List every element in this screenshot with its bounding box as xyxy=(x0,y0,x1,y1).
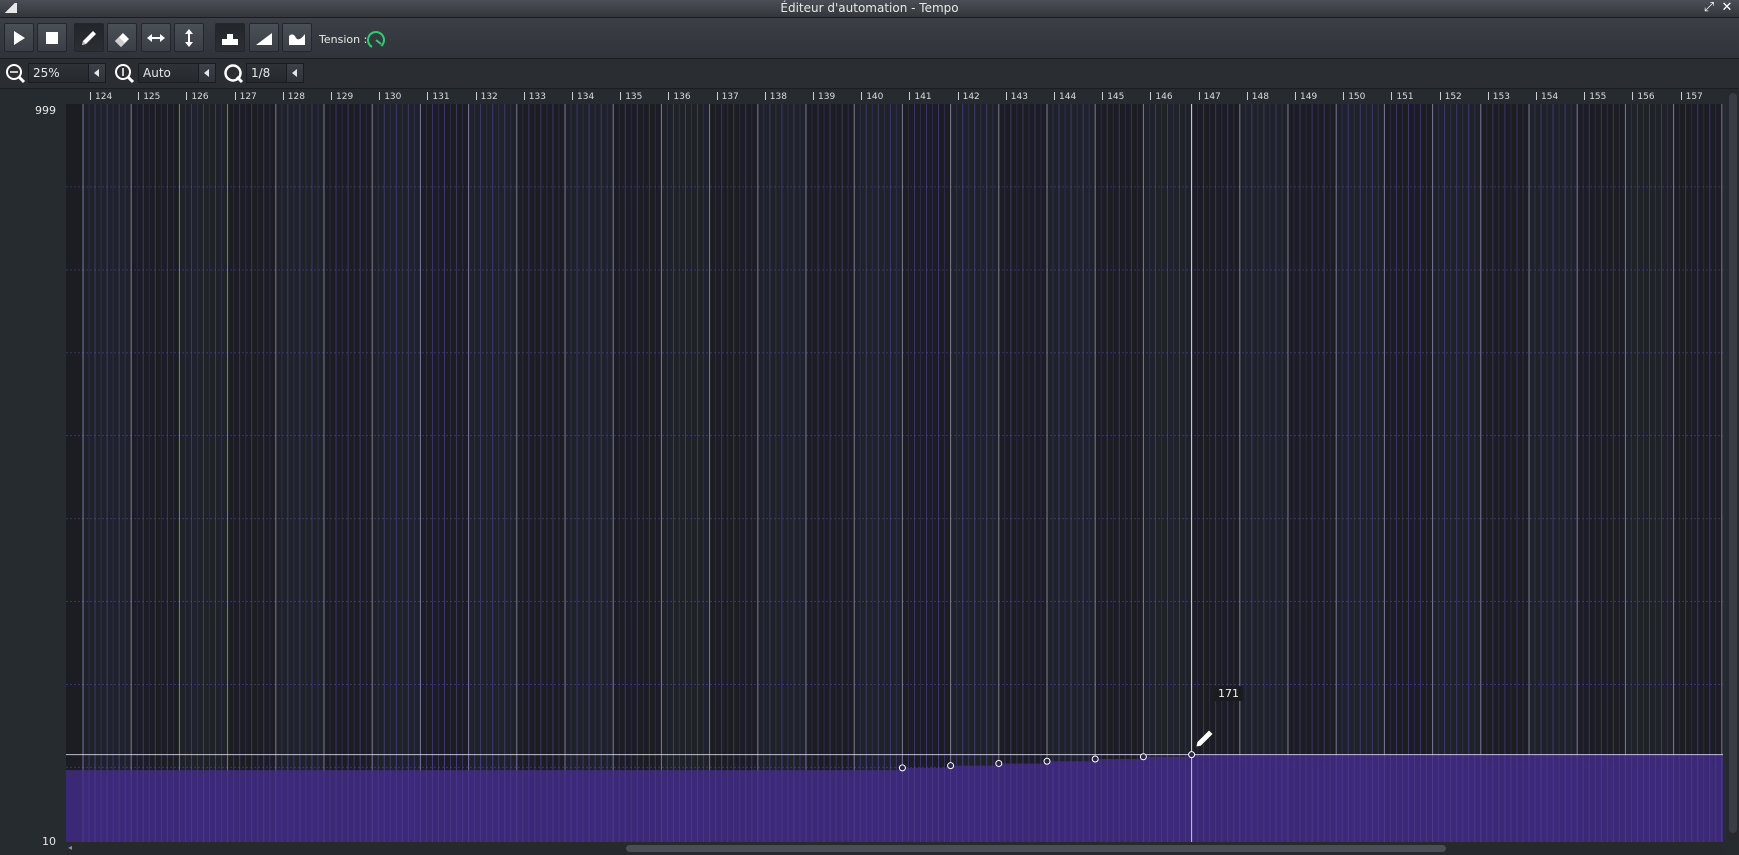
bar-number: 155 xyxy=(1584,92,1606,102)
title-bar: Éditeur d'automation - Tempo ⤢ ✕ xyxy=(0,0,1739,18)
linear-ramp-icon xyxy=(256,32,272,45)
bar-number: 125 xyxy=(138,92,160,102)
close-button[interactable]: ✕ xyxy=(1720,1,1734,15)
bar-number: 156 xyxy=(1632,92,1654,102)
bar-number: 144 xyxy=(1054,92,1076,102)
bar-number: 157 xyxy=(1681,92,1703,102)
cubic-curve-icon xyxy=(289,33,305,45)
vertical-zoom-icon xyxy=(115,64,135,84)
window-title: Éditeur d'automation - Tempo xyxy=(780,1,959,15)
bar-number: 139 xyxy=(813,92,835,102)
automation-point xyxy=(1091,755,1099,763)
horizontal-zoom-value: 25% xyxy=(33,66,60,80)
toolbar: Tension : xyxy=(0,18,1739,59)
timeline-ruler[interactable]: 124 125 126 127 128 129 130 131 132 133 134 135 136 1… xyxy=(66,89,1739,104)
bar-number: 129 xyxy=(331,92,353,102)
bar-number: 134 xyxy=(572,92,594,102)
bar-number: 127 xyxy=(235,92,257,102)
linear-progression-button[interactable] xyxy=(249,23,279,52)
vertical-scrollbar[interactable] xyxy=(1727,89,1739,841)
automation-plot[interactable] xyxy=(66,104,1723,842)
bar-number: 149 xyxy=(1295,92,1317,102)
quantize-select[interactable]: 1/8 xyxy=(246,63,304,83)
vertical-scrollbar-thumb[interactable] xyxy=(1729,93,1737,833)
discrete-steps-icon xyxy=(222,33,238,45)
value-axis-max: 999 xyxy=(35,104,56,117)
horizontal-arrows-icon xyxy=(147,33,165,42)
bar-number: 153 xyxy=(1488,92,1510,102)
bar-number: 128 xyxy=(283,92,305,102)
vertical-arrows-icon xyxy=(185,28,193,47)
vertical-zoom-select[interactable]: Auto xyxy=(138,63,216,83)
bar-number: 137 xyxy=(717,92,739,102)
bar-number: 151 xyxy=(1391,92,1413,102)
bar-number: 133 xyxy=(524,92,546,102)
bar-number: 148 xyxy=(1247,92,1269,102)
pencil-cursor-icon xyxy=(1195,729,1214,748)
chevron-left-icon xyxy=(286,64,303,82)
bar-number: 135 xyxy=(620,92,642,102)
horizontal-zoom-select[interactable]: 25% xyxy=(28,63,106,83)
automation-point xyxy=(995,759,1003,767)
automation-point xyxy=(947,762,955,770)
value-axis-min: 10 xyxy=(42,835,56,848)
bar-number: 154 xyxy=(1536,92,1558,102)
tension-label: Tension : xyxy=(319,33,368,46)
erase-mode-button[interactable] xyxy=(107,23,137,52)
bar-number: 130 xyxy=(379,92,401,102)
bar-number: 145 xyxy=(1102,92,1124,102)
horizontal-scrollbar[interactable]: ◂ xyxy=(66,842,1727,855)
automation-point xyxy=(1139,753,1147,761)
value-axis: 999 10 xyxy=(0,89,66,855)
vertical-zoom-value: Auto xyxy=(143,66,171,80)
horizontal-scrollbar-thumb[interactable] xyxy=(626,845,1446,852)
quantize-value: 1/8 xyxy=(251,66,271,80)
bar-number: 131 xyxy=(427,92,449,102)
restore-button[interactable]: ⤢ xyxy=(1702,1,1716,15)
automation-point xyxy=(898,764,906,772)
quantize-icon xyxy=(224,64,244,84)
pencil-icon xyxy=(82,30,96,45)
stop-button[interactable] xyxy=(37,23,67,52)
bar-number: 150 xyxy=(1343,92,1365,102)
bar-number: 126 xyxy=(186,92,208,102)
flip-vertical-button[interactable] xyxy=(174,23,204,52)
chevron-left-icon xyxy=(198,64,215,82)
draw-mode-button[interactable] xyxy=(74,23,104,52)
eraser-icon xyxy=(115,32,129,47)
bar-number: 146 xyxy=(1150,92,1172,102)
horizontal-zoom-icon xyxy=(6,64,26,84)
bar-number: 152 xyxy=(1440,92,1462,102)
bar-number: 124 xyxy=(90,92,112,102)
bar-number: 138 xyxy=(765,92,787,102)
zoom-bar: 25% Auto 1/8 xyxy=(0,59,1739,89)
tension-knob[interactable] xyxy=(365,29,387,51)
automation-canvas[interactable] xyxy=(66,104,1723,842)
play-icon xyxy=(14,30,25,45)
discrete-progression-button[interactable] xyxy=(215,23,245,52)
bar-number: 140 xyxy=(861,92,883,102)
chevron-left-icon xyxy=(88,64,105,82)
play-button[interactable] xyxy=(4,23,34,52)
value-tooltip: 171 xyxy=(1214,686,1243,701)
stop-icon xyxy=(46,31,58,44)
bar-number: 132 xyxy=(476,92,498,102)
bar-number: 141 xyxy=(909,92,931,102)
scroll-left-icon[interactable]: ◂ xyxy=(68,843,72,852)
bar-number: 143 xyxy=(1006,92,1028,102)
automation-point xyxy=(1043,757,1051,765)
automation-point xyxy=(1188,751,1196,759)
bar-number: 136 xyxy=(668,92,690,102)
bar-number: 147 xyxy=(1199,92,1221,102)
bar-number: 142 xyxy=(958,92,980,102)
cubic-progression-button[interactable] xyxy=(282,23,312,52)
flip-horizontal-button[interactable] xyxy=(141,23,171,52)
